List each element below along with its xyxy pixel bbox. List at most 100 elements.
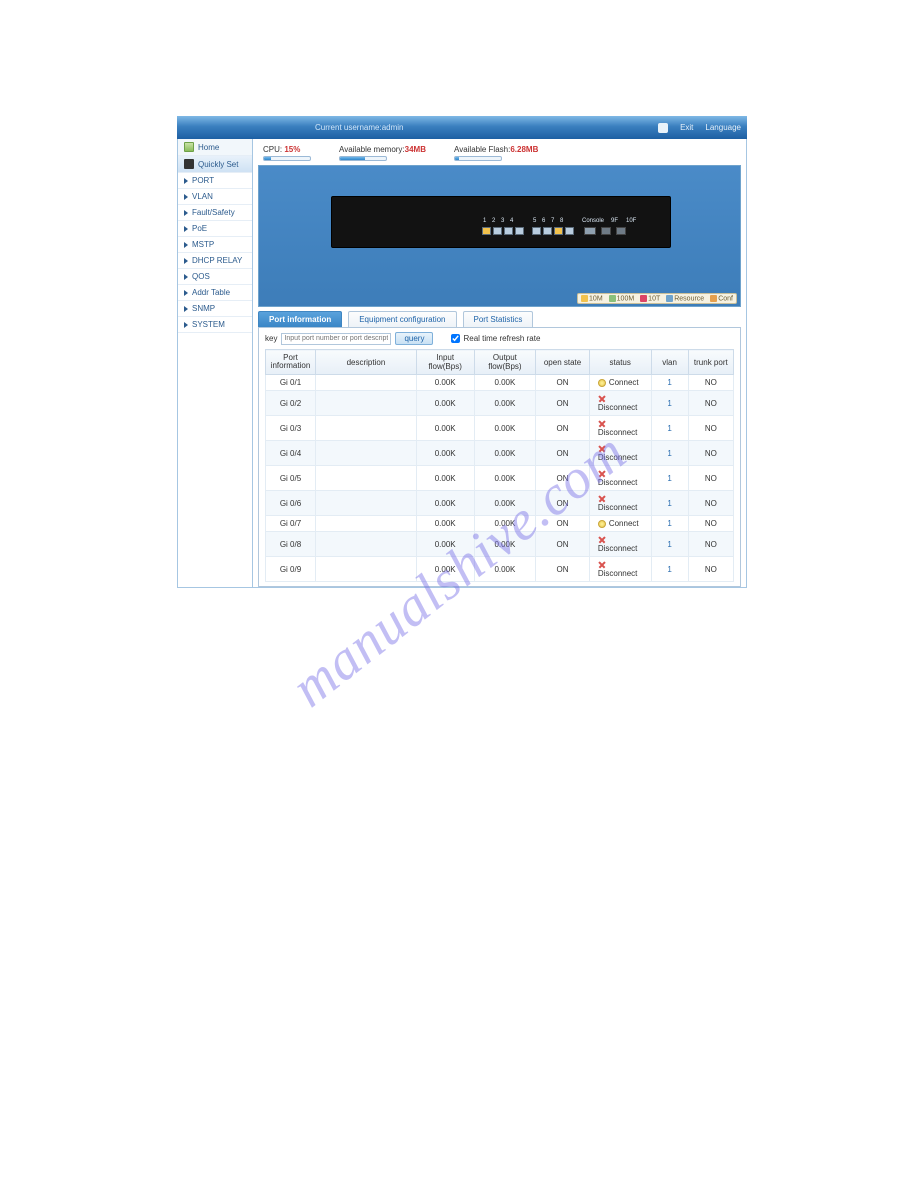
chevron-right-icon [184,210,188,216]
cell-trunk-port: NO [688,466,733,491]
cell-status: Disconnect [589,557,651,582]
search-input[interactable] [281,333,391,345]
sidebar-item-vlan[interactable]: VLAN [178,189,252,205]
cell-input-flow: 0.00K [416,391,474,416]
cell-trunk-port: NO [688,375,733,391]
sidebar-item-fault-safety[interactable]: Fault/Safety [178,205,252,221]
cell-output-flow: 0.00K [474,416,536,441]
home-icon [184,142,194,152]
cell-input-flow: 0.00K [416,375,474,391]
th-open-state[interactable]: open state [536,350,590,375]
sidebar-item-label: SYSTEM [192,320,225,329]
cell-output-flow: 0.00K [474,557,536,582]
disconnect-icon [598,495,606,503]
table-row[interactable]: Gi 0/30.00K0.00KONDisconnect1NO [266,416,734,441]
cell-port: Gi 0/6 [266,491,316,516]
port-7-icon[interactable] [554,227,563,235]
cell-port: Gi 0/9 [266,557,316,582]
sidebar-item-port[interactable]: PORT [178,173,252,189]
cell-status: Connect [589,375,651,391]
port-6-icon[interactable] [543,227,552,235]
chevron-right-icon [184,290,188,296]
cell-description [315,375,416,391]
cell-input-flow: 0.00K [416,466,474,491]
table-body: Gi 0/10.00K0.00KONConnect1NOGi 0/20.00K0… [266,375,734,582]
query-button[interactable]: query [395,332,433,345]
sidebar-item-qos[interactable]: QOS [178,269,252,285]
table-row[interactable]: Gi 0/60.00K0.00KONDisconnect1NO [266,491,734,516]
port-3-icon[interactable] [504,227,513,235]
port-10f-icon[interactable] [616,227,626,235]
cell-status: Disconnect [589,532,651,557]
logout-icon[interactable] [658,123,668,133]
table-row[interactable]: Gi 0/20.00K0.00KONDisconnect1NO [266,391,734,416]
sidebar-item-snmp[interactable]: SNMP [178,301,252,317]
th-output-flow[interactable]: Output flow(Bps) [474,350,536,375]
flash-stat: Available Flash:6.28MB [454,145,538,161]
memory-label: Available memory:34MB [339,145,426,154]
th-vlan[interactable]: vlan [651,350,688,375]
tab-port-statistics[interactable]: Port Statistics [463,311,534,327]
th-input-flow[interactable]: Input flow(Bps) [416,350,474,375]
system-stats: CPU: 15% Available memory:34MB Available… [253,139,746,165]
cell-open-state: ON [536,557,590,582]
device-panel: 1 2 3 4 5 6 7 8 Console [258,165,741,307]
th-status[interactable]: status [589,350,651,375]
cell-description [315,557,416,582]
cell-open-state: ON [536,516,590,532]
table-row[interactable]: Gi 0/80.00K0.00KONDisconnect1NO [266,532,734,557]
th-trunk-port[interactable]: trunk port [688,350,733,375]
sidebar-item-poe[interactable]: PoE [178,221,252,237]
cell-vlan: 1 [651,416,688,441]
sidebar-item-dhcp-relay[interactable]: DHCP RELAY [178,253,252,269]
flash-bar-fill [455,157,459,160]
tab-port-information[interactable]: Port information [258,311,342,327]
cell-port: Gi 0/8 [266,532,316,557]
current-user-label: Current username:admin [315,123,403,132]
table-row[interactable]: Gi 0/40.00K0.00KONDisconnect1NO [266,441,734,466]
quickset-icon [184,159,194,169]
table-row[interactable]: Gi 0/70.00K0.00KONConnect1NO [266,516,734,532]
table-row[interactable]: Gi 0/50.00K0.00KONDisconnect1NO [266,466,734,491]
chevron-right-icon [184,306,188,312]
port-10f-label: 10F [626,218,636,224]
tab-equipment-configuration[interactable]: Equipment configuration [348,311,456,327]
connect-icon [598,379,606,387]
realtime-refresh-checkbox[interactable] [451,334,460,343]
cell-description [315,416,416,441]
flash-label: Available Flash:6.28MB [454,145,538,154]
flash-bar [454,156,502,161]
table-row[interactable]: Gi 0/10.00K0.00KONConnect1NO [266,375,734,391]
port-9f-icon[interactable] [601,227,611,235]
disconnect-icon [598,445,606,453]
memory-bar-fill [340,157,365,160]
cell-trunk-port: NO [688,416,733,441]
sidebar: Home Quickly Set PORT VLAN Fault/Safety … [177,139,253,588]
cell-input-flow: 0.00K [416,441,474,466]
th-description[interactable]: description [315,350,416,375]
exit-link[interactable]: Exit [680,123,693,132]
table-row[interactable]: Gi 0/90.00K0.00KONDisconnect1NO [266,557,734,582]
memory-stat: Available memory:34MB [339,145,426,161]
sidebar-item-system[interactable]: SYSTEM [178,317,252,333]
chevron-right-icon [184,258,188,264]
console-port-icon[interactable] [584,227,596,235]
port-8-icon[interactable] [565,227,574,235]
th-port-information[interactable]: Port information [266,350,316,375]
sidebar-item-addr-table[interactable]: Addr Table [178,285,252,301]
port-1-icon[interactable] [482,227,491,235]
port-labels-1-4: 1 2 3 4 [483,218,515,224]
sidebar-item-label: SNMP [192,304,215,313]
sidebar-item-mstp[interactable]: MSTP [178,237,252,253]
language-link[interactable]: Language [705,123,741,132]
aux-port-group [584,227,626,235]
legend-item: Resource [666,295,704,302]
port-2-icon[interactable] [493,227,502,235]
cell-vlan: 1 [651,532,688,557]
port-5-icon[interactable] [532,227,541,235]
sidebar-home[interactable]: Home [178,139,252,156]
port-4-icon[interactable] [515,227,524,235]
sidebar-quickly-set[interactable]: Quickly Set [178,156,252,173]
sidebar-item-label: Fault/Safety [192,208,235,217]
sidebar-item-label: QOS [192,272,210,281]
